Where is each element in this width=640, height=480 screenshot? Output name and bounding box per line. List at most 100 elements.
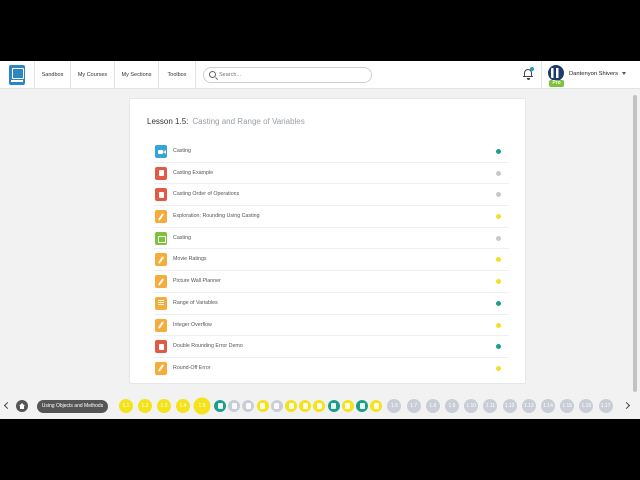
activity-bubble[interactable] <box>341 400 354 412</box>
status-dot <box>496 192 501 198</box>
activity-bubble[interactable] <box>313 400 326 412</box>
activity-bubble[interactable] <box>327 400 340 412</box>
lesson-bubble[interactable]: 1.13 <box>521 399 536 413</box>
status-dot <box>496 149 501 154</box>
pencil-icon <box>155 318 167 332</box>
notification-dot <box>530 67 534 71</box>
activity-label[interactable]: Movie Ratings <box>173 249 207 270</box>
document-icon <box>155 340 167 354</box>
activity-bubble[interactable] <box>356 400 368 412</box>
codehs-logo-icon[interactable] <box>9 65 25 85</box>
activity-label[interactable]: Double Rounding Error Demo <box>173 336 243 357</box>
lesson-bubble[interactable]: 1.10 <box>464 399 479 413</box>
nav-toolbox[interactable]: Toolbox <box>159 61 196 89</box>
user-name[interactable]: Dantenyon Shivers <box>569 61 618 87</box>
document-icon <box>155 166 167 180</box>
pencil-icon <box>155 253 167 267</box>
lesson-number: Lesson 1.5: <box>147 117 189 126</box>
lesson-bubble[interactable]: 1.6 <box>387 399 402 413</box>
activity-bubble[interactable] <box>270 400 283 412</box>
lesson-bubble[interactable]: 1.17 <box>598 399 613 413</box>
checklist-icon <box>155 231 167 245</box>
nav-my-courses[interactable]: My Courses <box>71 61 115 89</box>
activity-bubble[interactable] <box>256 400 269 412</box>
activity-item[interactable]: Integer Overflow <box>154 315 509 337</box>
status-dot <box>496 365 501 371</box>
activity-label[interactable]: Picture Wall Planner <box>173 271 221 292</box>
lesson-bubble[interactable]: 1.15 <box>560 399 575 413</box>
lesson-bubble[interactable]: 1.9 <box>445 399 459 413</box>
avatar[interactable] <box>548 65 564 81</box>
status-dot <box>496 300 501 306</box>
app-viewport: Sandbox My Courses My Sections Toolbox P… <box>0 61 640 419</box>
activity-item[interactable]: Double Rounding Error Demo <box>154 336 509 358</box>
activity-label[interactable]: Casting <box>173 141 191 162</box>
activity-label[interactable]: Round-Off Error <box>173 358 211 379</box>
activity-item[interactable]: Range of Variables <box>154 293 509 315</box>
document-icon <box>155 188 167 202</box>
chevron-left-icon[interactable] <box>3 401 12 410</box>
lesson-bubble[interactable]: 1.11 <box>483 399 498 413</box>
activity-label[interactable]: Integer Overflow <box>173 315 212 336</box>
activity-bubble[interactable] <box>285 400 297 412</box>
activity-bubble[interactable] <box>370 400 383 412</box>
activity-item[interactable]: Picture Wall Planner <box>154 271 509 293</box>
lesson-bubble[interactable]: 1.1 <box>119 399 133 413</box>
chevron-down-icon[interactable] <box>622 72 626 75</box>
activity-item[interactable]: Movie Ratings <box>154 249 509 272</box>
scrollbar[interactable] <box>630 89 640 399</box>
chevron-right-icon[interactable] <box>622 401 631 410</box>
activity-bubble[interactable] <box>242 400 255 412</box>
status-dot <box>496 322 501 328</box>
lesson-title: Lesson 1.5: Casting and Range of Variable… <box>147 117 305 126</box>
status-dot <box>496 279 501 285</box>
activity-label[interactable]: Casting <box>173 228 191 249</box>
lesson-bubble[interactable]: 1.5 <box>195 399 209 413</box>
lesson-bubble[interactable]: 1.3 <box>157 399 171 413</box>
pencil-icon <box>155 210 167 224</box>
lesson-name: Casting and Range of Variables <box>192 117 305 126</box>
lesson-bubble[interactable]: 1.12 <box>502 399 517 413</box>
activity-item[interactable]: Casting Order of Operations <box>154 184 509 207</box>
divider <box>541 61 542 89</box>
lesson-bubble[interactable]: 1.7 <box>406 399 421 413</box>
list-icon <box>155 296 167 310</box>
activity-item[interactable]: Exploration: Rounding Using Casting <box>154 206 509 228</box>
activity-label[interactable]: Range of Variables <box>173 293 218 314</box>
activity-bubble[interactable] <box>299 400 312 412</box>
activity-item[interactable]: Round-Off Error <box>154 358 509 380</box>
lesson-navigation-bar: Using Objects and Methods 1.1 1.2 1.3 1.4 1.… <box>0 394 640 419</box>
activity-item[interactable]: Casting <box>154 228 509 250</box>
activity-label[interactable]: Casting Example <box>173 163 213 184</box>
nav-my-sections[interactable]: My Sections <box>115 61 159 89</box>
top-navigation: Sandbox My Courses My Sections Toolbox P… <box>0 61 640 89</box>
activity-label[interactable]: Casting Order of Operations <box>173 184 239 205</box>
activity-item[interactable]: Casting <box>154 141 509 163</box>
status-dot <box>496 170 501 176</box>
lesson-bubble[interactable]: 1.8 <box>425 399 440 413</box>
activity-label[interactable]: Exploration: Rounding Using Casting <box>173 206 260 227</box>
activity-list: Casting Casting Example Casting Order of O… <box>154 141 509 380</box>
pencil-icon <box>155 275 167 289</box>
pencil-icon <box>155 361 167 375</box>
lesson-bubble[interactable]: 1.16 <box>579 399 594 413</box>
home-icon[interactable] <box>16 400 28 412</box>
status-dot <box>496 257 501 263</box>
scrollbar-thumb[interactable] <box>633 95 637 392</box>
activity-item[interactable]: Casting Example <box>154 163 509 185</box>
lesson-bubble[interactable]: 1.4 <box>176 399 190 413</box>
search-input[interactable] <box>219 69 359 81</box>
lesson-bubble[interactable]: 1.2 <box>138 399 152 413</box>
unit-pill[interactable]: Using Objects and Methods <box>37 400 108 413</box>
status-dot <box>496 344 501 350</box>
lesson-card: Lesson 1.5: Casting and Range of Variable… <box>129 98 526 384</box>
activity-bubble[interactable] <box>228 400 241 412</box>
nav-sandbox[interactable]: Sandbox <box>34 61 71 89</box>
video-icon <box>155 145 167 158</box>
search-icon <box>209 71 216 78</box>
lesson-bubble[interactable]: 1.14 <box>541 399 555 413</box>
notification-bell-icon[interactable] <box>522 67 534 81</box>
status-dot <box>496 214 501 220</box>
search-box <box>203 67 372 83</box>
activity-bubble[interactable] <box>214 400 226 412</box>
